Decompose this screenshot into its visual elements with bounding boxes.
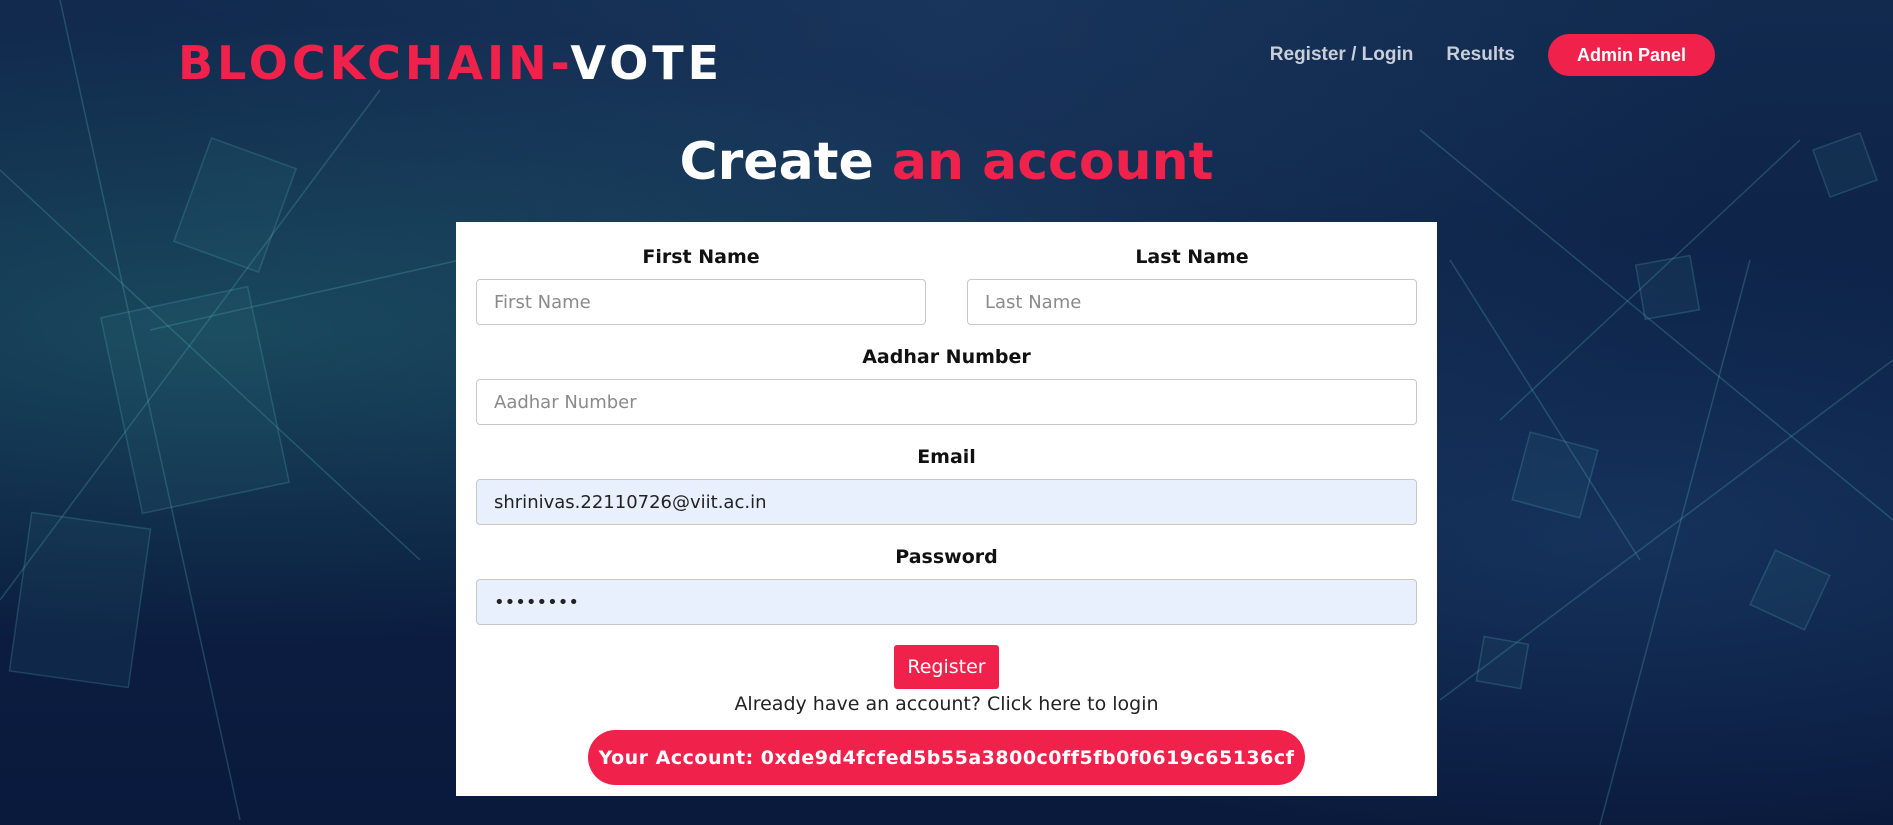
login-link[interactable]: Already have an account? Click here to l… — [456, 693, 1437, 715]
account-address-badge: Your Account: 0xde9d4fcfed5b55a3800c0ff5… — [588, 730, 1305, 785]
first-name-label: First Name — [642, 246, 760, 268]
last-name-input[interactable] — [967, 279, 1417, 325]
last-name-label: Last Name — [1135, 246, 1249, 268]
page-title-part1: Create — [679, 132, 892, 192]
aadhar-input[interactable] — [476, 379, 1417, 425]
email-label: Email — [917, 446, 976, 468]
page-title-part2: an account — [891, 132, 1214, 192]
registration-form: First Name Last Name Aadhar Number Email… — [456, 222, 1437, 796]
password-field-group: Password — [476, 545, 1417, 625]
last-name-field-group: Last Name — [967, 245, 1417, 325]
main-nav: Register / Login Results Admin Panel — [1270, 34, 1715, 76]
brand-logo-part2: VOTE — [570, 36, 724, 90]
aadhar-field-group: Aadhar Number — [476, 345, 1417, 425]
brand-logo[interactable]: BLOCKCHAIN-VOTE — [178, 36, 723, 90]
nav-register-login-link[interactable]: Register / Login — [1270, 44, 1414, 66]
password-input[interactable] — [476, 579, 1417, 625]
page-title: Create an account — [0, 132, 1893, 192]
aadhar-label: Aadhar Number — [862, 346, 1031, 368]
first-name-input[interactable] — [476, 279, 926, 325]
nav-results-link[interactable]: Results — [1446, 44, 1515, 66]
register-button[interactable]: Register — [894, 645, 999, 689]
first-name-field-group: First Name — [476, 245, 926, 325]
admin-panel-button[interactable]: Admin Panel — [1548, 34, 1715, 76]
password-label: Password — [895, 546, 998, 568]
brand-logo-part1: BLOCKCHAIN- — [178, 36, 571, 90]
email-field-group: Email — [476, 445, 1417, 525]
email-input[interactable] — [476, 479, 1417, 525]
site-header: BLOCKCHAIN-VOTE Register / Login Results… — [0, 0, 1893, 120]
